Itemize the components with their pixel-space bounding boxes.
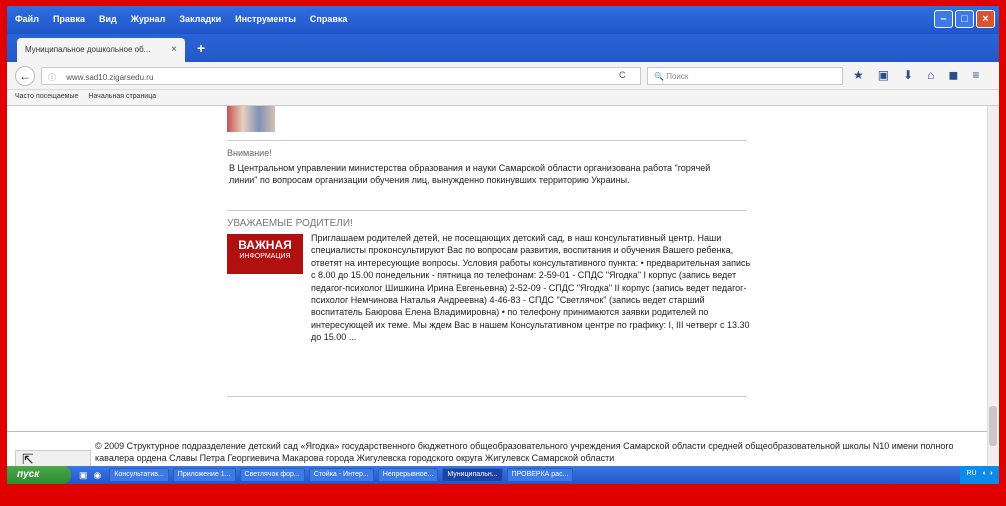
navigation-bar: ← ⓘ www.sad10.zigarsedu.ru C 🔍 Поиск ★ ▣… (7, 62, 999, 90)
search-icon: 🔍 (654, 72, 667, 81)
taskbar-item[interactable]: Светлячок фор... (239, 468, 305, 482)
address-bar[interactable]: ⓘ www.sad10.zigarsedu.ru (41, 67, 641, 85)
parents-title[interactable]: УВАЖАЕМЫЕ РОДИТЕЛИ! (227, 218, 353, 229)
quick-launch: ▣ ◉ (79, 470, 101, 481)
back-button[interactable]: ← (15, 66, 35, 86)
url-text: www.sad10.zigarsedu.ru (66, 73, 154, 82)
arrow-up-left-icon: ⇱ (22, 451, 34, 467)
new-tab-button[interactable]: + (197, 40, 205, 56)
taskbar-item-active[interactable]: Муниципальн... (442, 468, 503, 482)
download-icon[interactable]: ⬇ (903, 68, 913, 82)
windows-taskbar: пуск ▣ ◉ Консультатив... Приложение 1...… (7, 466, 999, 484)
maximize-button[interactable]: □ (955, 10, 974, 28)
vertical-scrollbar[interactable] (987, 106, 999, 466)
browser-launch-icon[interactable]: ◉ (94, 470, 102, 481)
badge-sub-text: ИНФОРМАЦИЯ (239, 253, 291, 260)
pocket-icon[interactable]: ◼ (948, 68, 958, 82)
important-info-badge[interactable]: ВАЖНАЯ ИНФОРМАЦИЯ (227, 234, 303, 274)
divider (227, 210, 747, 211)
attention-text: В Центральном управлении министерства об… (229, 163, 711, 185)
taskbar-item[interactable]: Консультатив... (109, 468, 169, 482)
search-input[interactable]: 🔍 Поиск (647, 67, 843, 85)
show-desktop-icon[interactable]: ▣ (79, 470, 88, 481)
parents-text: Приглашаем родителей детей, не посещающи… (311, 233, 751, 343)
close-window-button[interactable]: × (976, 10, 995, 28)
attention-title[interactable]: Внимание! (227, 148, 272, 158)
system-tray: RU ◐ ◑ (960, 466, 999, 484)
bookmark-most-visited[interactable]: Часто посещаемые (15, 93, 78, 102)
bookmark-star-icon[interactable]: ★ (853, 68, 864, 82)
menu-help[interactable]: Справка (310, 14, 347, 24)
menu-tools[interactable]: Инструменты (235, 14, 296, 24)
language-indicator[interactable]: RU (966, 470, 976, 480)
taskbar-item[interactable]: Приложение 1... (172, 468, 236, 482)
tray-icons[interactable]: ◐ ◑ (983, 470, 993, 480)
divider (227, 140, 747, 141)
menu-view[interactable]: Вид (99, 14, 117, 24)
reload-icon[interactable]: C (619, 70, 626, 80)
taskbar-item[interactable]: Непрерывное... (377, 468, 439, 482)
divider (227, 396, 747, 397)
menu-bar: Файл Правка Вид Журнал Закладки Инструме… (7, 6, 999, 34)
tab-strip: Муниципальное дошкольное об... × + (7, 34, 999, 62)
start-button[interactable]: пуск (7, 466, 71, 484)
browser-window: Файл Правка Вид Журнал Закладки Инструме… (7, 6, 999, 484)
bookmark-start-page[interactable]: Начальная страница (88, 93, 156, 102)
tab-title: Муниципальное дошкольное об... (25, 45, 151, 54)
taskbar-item[interactable]: ПРОВЕРКА рас... (506, 468, 574, 482)
badge-main-text: ВАЖНАЯ (238, 238, 292, 252)
tab-active[interactable]: Муниципальное дошкольное об... × (17, 38, 185, 62)
home-icon[interactable]: ⌂ (927, 68, 934, 82)
site-info-icon[interactable]: ⓘ (48, 73, 56, 82)
footer-divider (7, 431, 987, 432)
library-icon[interactable]: ▣ (878, 68, 889, 82)
page-content: Внимание! В Центральном управлении минис… (7, 106, 999, 472)
copyright-text: © 2009 Структурное подразделение детский… (95, 441, 954, 463)
menu-history[interactable]: Журнал (131, 14, 166, 24)
menu-edit[interactable]: Правка (53, 14, 85, 24)
search-placeholder: Поиск (666, 72, 689, 81)
scrollbar-thumb[interactable] (989, 406, 997, 446)
tab-close-icon[interactable]: × (171, 44, 177, 55)
taskbar-item[interactable]: Стойка - Интер... (308, 468, 374, 482)
menu-file[interactable]: Файл (15, 14, 39, 24)
menu-bookmarks[interactable]: Закладки (179, 14, 221, 24)
bookmarks-bar: Часто посещаемые Начальная страница (7, 90, 999, 106)
news-thumbnail-image[interactable] (227, 106, 275, 132)
menu-hamburger-icon[interactable]: ≡ (972, 68, 979, 82)
minimize-button[interactable]: – (934, 10, 953, 28)
